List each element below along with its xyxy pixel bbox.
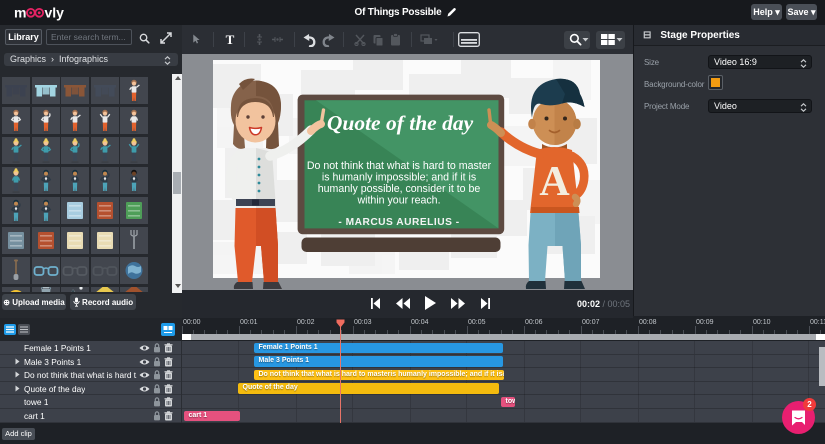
svg-text:m: m [14,5,26,21]
svg-text:- MARCUS AURELIUS -: - MARCUS AURELIUS - [338,217,459,228]
svg-text:Do not think that what is hard: Do not think that what is hard to master [307,160,492,172]
svg-text:Quote of the day: Quote of the day [327,111,474,135]
svg-text:humanly possible, consider it: humanly possible, consider it to be [318,183,481,195]
svg-text:within your reach.: within your reach. [356,195,440,207]
svg-text:is humanly impossible; and if: is humanly impossible; and if it is [322,172,476,184]
svg-text:vly: vly [45,5,65,21]
svg-text:A: A [539,159,570,205]
